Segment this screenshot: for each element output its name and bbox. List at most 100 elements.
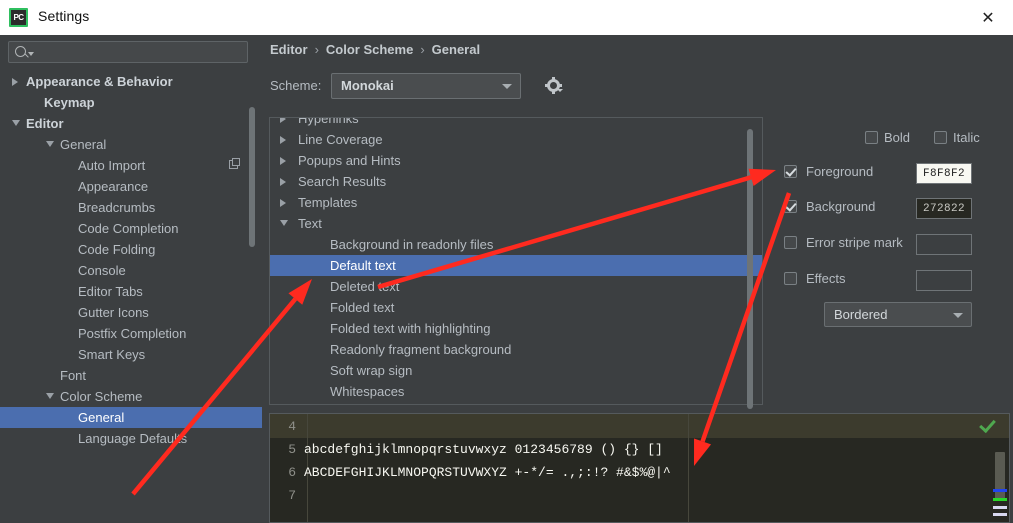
list-item-label: Readonly fragment background bbox=[330, 342, 512, 357]
sidebar-item-postfix-completion[interactable]: Postfix Completion bbox=[0, 323, 262, 344]
foreground-checkbox[interactable] bbox=[784, 165, 797, 178]
breadcrumb-item[interactable]: General bbox=[432, 42, 480, 57]
sidebar-item-label: Language Defaults bbox=[78, 431, 188, 446]
sidebar-item-keymap[interactable]: Keymap bbox=[0, 92, 262, 113]
italic-checkbox[interactable] bbox=[934, 131, 947, 144]
list-item-label: Text bbox=[298, 216, 322, 231]
title-bar: PC Settings ✕ bbox=[0, 0, 1013, 36]
chevron-down-icon[interactable] bbox=[46, 141, 54, 147]
preview-line-text: ABCDEFGHIJKLMNOPQRSTUVWXYZ +-*/= .,;:!? … bbox=[304, 465, 671, 480]
chevron-right-icon[interactable] bbox=[12, 78, 18, 86]
copy-icon[interactable] bbox=[229, 158, 240, 169]
chevron-right-icon[interactable] bbox=[280, 136, 286, 144]
sidebar-item-label: General bbox=[60, 137, 107, 152]
chevron-right-icon[interactable] bbox=[280, 178, 286, 186]
sidebar-item-smart-keys[interactable]: Smart Keys bbox=[0, 344, 262, 365]
preview-line: 4 bbox=[270, 415, 1009, 438]
scheme-dropdown[interactable]: Monokai bbox=[331, 73, 521, 99]
sidebar-item-editor[interactable]: Editor bbox=[0, 113, 262, 134]
list-item[interactable]: Hyperlinks bbox=[270, 118, 762, 129]
list-item[interactable]: Whitespaces bbox=[270, 381, 762, 402]
list-item[interactable]: Templates bbox=[270, 192, 762, 213]
scheme-label: Scheme: bbox=[270, 78, 322, 93]
list-item[interactable]: Soft wrap sign bbox=[270, 360, 762, 381]
chevron-right-icon[interactable] bbox=[280, 157, 286, 165]
color-list-scrollbar-thumb[interactable] bbox=[747, 129, 753, 409]
sidebar-item-label: Postfix Completion bbox=[78, 326, 187, 341]
list-item[interactable]: Deleted text bbox=[270, 276, 762, 297]
preview-scrollbar-thumb[interactable] bbox=[995, 452, 1005, 500]
preview-line: 6 ABCDEFGHIJKLMNOPQRSTUVWXYZ +-*/= .,;:!?… bbox=[270, 461, 1009, 484]
close-icon[interactable]: ✕ bbox=[967, 2, 1009, 33]
bold-label: Bold bbox=[884, 130, 911, 145]
list-item[interactable]: Background in readonly files bbox=[270, 234, 762, 255]
list-item-label: Background in readonly files bbox=[330, 237, 494, 252]
sidebar-item-gutter-icons[interactable]: Gutter Icons bbox=[0, 302, 262, 323]
sidebar-item-label: Editor bbox=[26, 116, 64, 131]
sidebar-item-label: Code Folding bbox=[78, 242, 156, 257]
sidebar-item-code-completion[interactable]: Code Completion bbox=[0, 218, 262, 239]
sidebar-scrollbar-thumb[interactable] bbox=[249, 107, 255, 247]
list-item[interactable]: Readonly fragment background bbox=[270, 339, 762, 360]
sidebar-item-font[interactable]: Font bbox=[0, 365, 262, 386]
breadcrumb-item[interactable]: Editor bbox=[270, 42, 308, 57]
breadcrumb-separator: › bbox=[314, 42, 319, 57]
sidebar-item-label: Appearance & Behavior bbox=[26, 74, 173, 89]
sidebar-item-console[interactable]: Console bbox=[0, 260, 262, 281]
background-checkbox[interactable] bbox=[784, 200, 797, 213]
sidebar-item-breadcrumbs[interactable]: Breadcrumbs bbox=[0, 197, 262, 218]
sidebar-item-general[interactable]: General bbox=[0, 407, 262, 428]
sidebar-item-label: Breadcrumbs bbox=[78, 200, 156, 215]
list-item[interactable]: Search Results bbox=[270, 171, 762, 192]
sidebar-item-label: Color Scheme bbox=[60, 389, 143, 404]
list-item[interactable]: Folded text bbox=[270, 297, 762, 318]
error-stripe-color-swatch[interactable] bbox=[916, 234, 972, 255]
sidebar-item-editor-tabs[interactable]: Editor Tabs bbox=[0, 281, 262, 302]
search-input[interactable] bbox=[8, 41, 248, 63]
sidebar-item-language-defaults[interactable]: Language Defaults bbox=[0, 428, 262, 449]
chevron-down-icon[interactable] bbox=[280, 220, 288, 226]
sidebar-item-code-folding[interactable]: Code Folding bbox=[0, 239, 262, 260]
sidebar-item-label: Gutter Icons bbox=[78, 305, 149, 320]
settings-tree: Appearance & Behavior Keymap Editor General… bbox=[0, 71, 262, 523]
sidebar-item-appearance[interactable]: Appearance bbox=[0, 176, 262, 197]
stripe-marker-1 bbox=[993, 506, 1007, 509]
list-item-label: Line Coverage bbox=[298, 132, 383, 147]
effects-color-swatch[interactable] bbox=[916, 270, 972, 291]
line-number: 4 bbox=[288, 419, 296, 434]
color-descriptor-list[interactable]: Hyperlinks Line Coverage Popups and Hints S… bbox=[269, 117, 763, 405]
effect-type-dropdown[interactable]: Bordered bbox=[824, 302, 972, 327]
pycharm-icon: PC bbox=[9, 8, 28, 27]
list-item-label: Search Results bbox=[298, 174, 387, 189]
color-preview-pane[interactable]: 4 5 abcdefghijklmnopqrstuvwxyz 0123456789 … bbox=[269, 413, 1010, 523]
breadcrumb-item[interactable]: Color Scheme bbox=[326, 42, 413, 57]
chevron-down-icon[interactable] bbox=[46, 393, 54, 399]
list-item-label: Folded text with highlighting bbox=[330, 321, 491, 336]
chevron-right-icon[interactable] bbox=[280, 199, 286, 207]
search-dropdown-icon[interactable] bbox=[28, 52, 34, 56]
background-color-swatch[interactable]: 272822 bbox=[916, 198, 972, 219]
sidebar-item-appearance-behavior[interactable]: Appearance & Behavior bbox=[0, 71, 262, 92]
chevron-right-icon[interactable] bbox=[280, 118, 286, 123]
gear-icon[interactable] bbox=[545, 77, 563, 94]
error-stripe-mark-checkbox[interactable] bbox=[784, 236, 797, 249]
foreground-color-swatch[interactable]: F8F8F2 bbox=[916, 163, 972, 184]
sidebar-item-color-scheme[interactable]: Color Scheme bbox=[0, 386, 262, 407]
sidebar-item-auto-import[interactable]: Auto Import bbox=[0, 155, 262, 176]
sidebar-item-label: Console bbox=[78, 263, 126, 278]
list-item-label: Folded text bbox=[330, 300, 395, 315]
bold-checkbox[interactable] bbox=[865, 131, 878, 144]
list-item-label: Soft wrap sign bbox=[330, 363, 413, 378]
chevron-down-icon bbox=[953, 313, 963, 318]
sidebar-item-general[interactable]: General bbox=[0, 134, 262, 155]
list-item[interactable]: Popups and Hints bbox=[270, 150, 762, 171]
list-item[interactable]: Default text bbox=[270, 255, 762, 276]
effects-checkbox[interactable] bbox=[784, 272, 797, 285]
chevron-down-icon[interactable] bbox=[12, 120, 20, 126]
sidebar-item-label: Font bbox=[60, 368, 87, 383]
list-item[interactable]: Text bbox=[270, 213, 762, 234]
stripe-marker-2 bbox=[993, 513, 1007, 516]
list-item-label: Templates bbox=[298, 195, 358, 210]
list-item[interactable]: Folded text with highlighting bbox=[270, 318, 762, 339]
list-item[interactable]: Line Coverage bbox=[270, 129, 762, 150]
